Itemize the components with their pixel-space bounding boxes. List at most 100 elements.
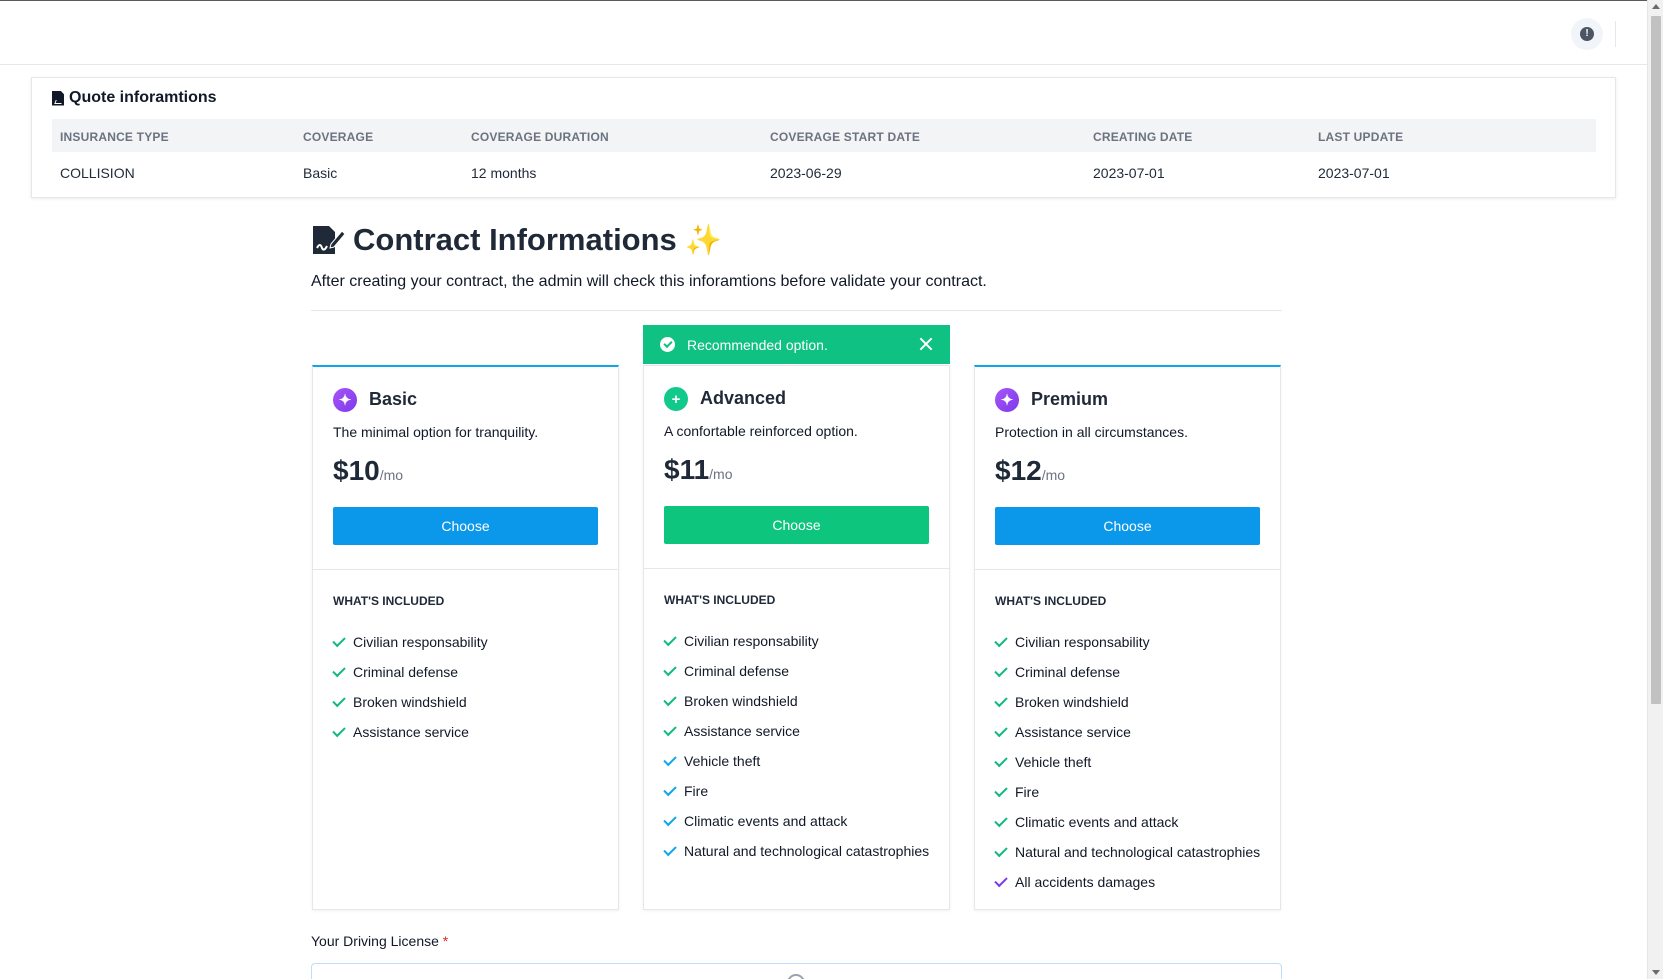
feature-item: Broken windshield bbox=[663, 686, 929, 716]
feature-item: Climatic events and attack bbox=[994, 807, 1260, 837]
choose-premium-button[interactable]: Choose bbox=[995, 507, 1260, 545]
check-icon bbox=[663, 662, 677, 676]
feature-label: Civilian responsability bbox=[684, 633, 819, 649]
check-icon bbox=[994, 783, 1008, 797]
included-label: WHAT'S INCLUDED bbox=[995, 594, 1107, 608]
feature-label: Climatic events and attack bbox=[1015, 814, 1179, 830]
feature-label: Criminal defense bbox=[1015, 664, 1121, 680]
feature-label: Criminal defense bbox=[353, 664, 459, 680]
feature-item: Assistance service bbox=[332, 717, 488, 747]
contract-title-text: Contract Informations bbox=[353, 222, 677, 257]
contract-subtitle: After creating your contract, the admin … bbox=[311, 273, 987, 290]
feature-label: Broken windshield bbox=[1015, 694, 1129, 710]
feature-item: Civilian responsability bbox=[994, 627, 1260, 657]
feature-item: Broken windshield bbox=[994, 687, 1260, 717]
plus-badge-icon: + bbox=[664, 387, 688, 411]
feature-item: Vehicle theft bbox=[663, 746, 929, 776]
check-icon bbox=[332, 663, 346, 677]
feature-label: Assistance service bbox=[684, 723, 800, 739]
feature-item: Natural and technological catastrophies bbox=[663, 836, 929, 866]
feature-label: All accidents damages bbox=[1015, 874, 1156, 890]
check-icon bbox=[332, 693, 346, 707]
feature-label: Assistance service bbox=[1015, 724, 1131, 740]
check-icon bbox=[663, 782, 677, 796]
feature-item: Natural and technological catastrophies bbox=[994, 837, 1261, 867]
contract-heading: Contract Informations ✨ bbox=[311, 222, 722, 258]
feature-label: Criminal defense bbox=[684, 663, 790, 679]
price-amount: $11 bbox=[664, 454, 710, 485]
sparkle-badge-icon: ✦ bbox=[995, 388, 1019, 412]
upload-icon bbox=[787, 974, 805, 979]
plan-header: ✦ Basic The minimal option for tranquili… bbox=[313, 367, 618, 570]
check-icon bbox=[663, 722, 677, 736]
header-coverage: COVERAGE bbox=[303, 130, 374, 144]
choose-advanced-button[interactable]: Choose bbox=[664, 506, 929, 544]
feature-label: Fire bbox=[684, 783, 709, 799]
scroll-thumb[interactable] bbox=[1651, 16, 1661, 704]
included-label: WHAT'S INCLUDED bbox=[333, 594, 445, 608]
check-circle-icon bbox=[660, 337, 675, 352]
plan-price: $11/mo bbox=[664, 454, 733, 486]
feature-item: Climatic events and attack bbox=[663, 806, 929, 836]
feature-label: Vehicle theft bbox=[684, 753, 761, 769]
feature-label: Vehicle theft bbox=[1015, 754, 1092, 770]
check-icon bbox=[332, 723, 346, 737]
quote-card-title: Quote inforamtions bbox=[52, 89, 217, 107]
section-divider bbox=[311, 310, 1282, 311]
feature-item: Criminal defense bbox=[663, 656, 929, 686]
document-icon bbox=[52, 90, 64, 106]
feature-label: Broken windshield bbox=[353, 694, 467, 710]
driving-license-upload[interactable] bbox=[311, 963, 1282, 979]
sparkles-icon: ✨ bbox=[684, 223, 723, 257]
check-icon bbox=[663, 842, 677, 856]
feature-list: Civilian responsability Criminal defense… bbox=[994, 627, 1261, 897]
plan-card-basic: ✦ Basic The minimal option for tranquili… bbox=[312, 365, 619, 910]
check-icon bbox=[994, 723, 1008, 737]
feature-item: Vehicle theft bbox=[994, 747, 1260, 777]
included-label: WHAT'S INCLUDED bbox=[664, 593, 776, 607]
cell-last-update: 2023-07-01 bbox=[1318, 165, 1390, 181]
cell-insurance-type: COLLISION bbox=[60, 165, 135, 181]
quote-table-header: INSURANCE TYPE COVERAGE COVERAGE DURATIO… bbox=[52, 119, 1596, 152]
plan-name: Premium bbox=[1031, 389, 1109, 409]
price-period: /mo bbox=[379, 467, 404, 483]
plan-description: Protection in all circumstances. bbox=[995, 424, 1188, 440]
feature-item: Broken windshield bbox=[332, 687, 488, 717]
header-coverage-start-date: COVERAGE START DATE bbox=[770, 130, 921, 144]
plan-price: $12/mo bbox=[995, 455, 1065, 487]
check-icon bbox=[663, 812, 677, 826]
scroll-down-arrow-icon[interactable] bbox=[1652, 970, 1660, 975]
top-navbar: ! bbox=[0, 1, 1647, 65]
feature-item: Fire bbox=[663, 776, 929, 806]
driving-license-label: Your Driving License * bbox=[311, 933, 448, 949]
feature-list: Civilian responsability Criminal defense… bbox=[332, 627, 488, 747]
price-amount: $12 bbox=[995, 455, 1042, 486]
plan-card-advanced: + Advanced A confortable reinforced opti… bbox=[643, 365, 950, 910]
check-icon bbox=[994, 693, 1008, 707]
sparkle-badge-icon: ✦ bbox=[333, 388, 357, 412]
check-icon bbox=[994, 753, 1008, 767]
navbar-divider bbox=[1615, 21, 1616, 47]
recommended-banner: Recommended option. bbox=[643, 325, 950, 364]
cell-coverage-duration: 12 months bbox=[471, 165, 537, 181]
close-icon[interactable] bbox=[919, 337, 933, 351]
choose-basic-button[interactable]: Choose bbox=[333, 507, 598, 545]
cell-coverage-start-date: 2023-06-29 bbox=[770, 165, 842, 181]
header-last-update: LAST UPDATE bbox=[1318, 130, 1404, 144]
plan-header: + Advanced A confortable reinforced opti… bbox=[644, 366, 949, 569]
feature-label: Civilian responsability bbox=[353, 634, 488, 650]
feature-item: Assistance service bbox=[663, 716, 929, 746]
header-coverage-duration: COVERAGE DURATION bbox=[471, 130, 609, 144]
scroll-up-arrow-icon[interactable] bbox=[1652, 4, 1660, 9]
plan-description: The minimal option for tranquility. bbox=[333, 424, 539, 440]
cell-coverage: Basic bbox=[303, 165, 338, 181]
header-creating-date: CREATING DATE bbox=[1093, 130, 1193, 144]
feature-label: Assistance service bbox=[353, 724, 469, 740]
page-scrollbar[interactable] bbox=[1647, 0, 1663, 979]
feature-item: Criminal defense bbox=[332, 657, 488, 687]
notification-button[interactable]: ! bbox=[1571, 18, 1603, 50]
feature-label: Natural and technological catastrophies bbox=[1015, 844, 1261, 860]
price-period: /mo bbox=[709, 466, 733, 482]
check-icon bbox=[663, 632, 677, 646]
check-icon bbox=[994, 633, 1008, 647]
